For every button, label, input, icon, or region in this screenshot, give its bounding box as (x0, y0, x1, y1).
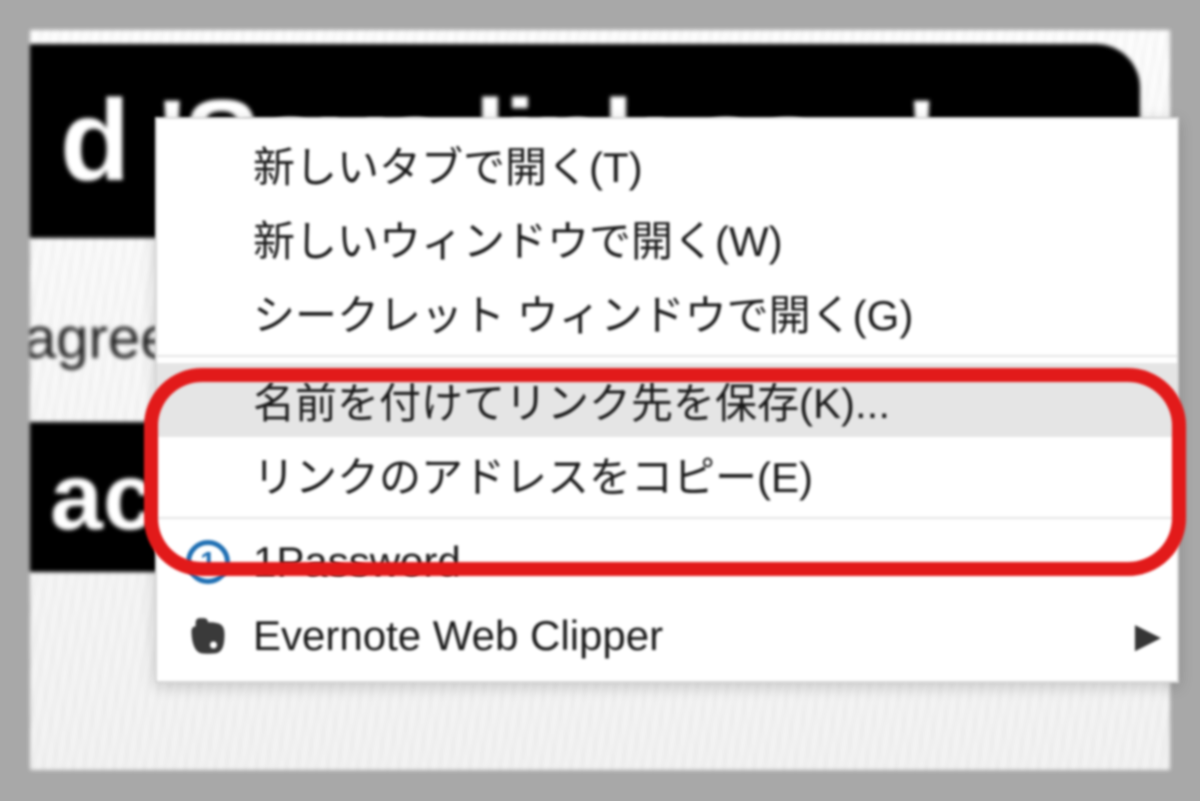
agree-text: agree (30, 305, 172, 372)
menu-item-open-new-tab[interactable]: 新しいタブで開く(T) (157, 127, 1177, 201)
menu-separator (157, 517, 1177, 519)
menu-separator (157, 355, 1177, 357)
menu-item-open-incognito[interactable]: シークレット ウィンドウで開く(G) (157, 275, 1177, 349)
menu-item-label: シークレット ウィンドウで開く(G) (253, 282, 913, 343)
menu-item-label: Evernote Web Clipper (253, 612, 663, 660)
menu-item-label: 新しいタブで開く(T) (253, 134, 643, 195)
onepassword-icon: 1 (185, 539, 231, 585)
menu-item-open-new-window[interactable]: 新しいウィンドウで開く(W) (157, 201, 1177, 275)
menu-item-save-link-as[interactable]: 名前を付けてリンク先を保存(K)... (157, 363, 1177, 437)
menu-item-evernote-web-clipper[interactable]: Evernote Web Clipper ▶ (157, 599, 1177, 673)
menu-item-1password[interactable]: 1 1Password (157, 525, 1177, 599)
menu-item-label: 新しいウィンドウで開く(W) (253, 208, 783, 269)
menu-item-label: 名前を付けてリンク先を保存(K)... (253, 370, 890, 431)
evernote-icon (185, 613, 231, 659)
menu-item-copy-link-address[interactable]: リンクのアドレスをコピー(E) (157, 437, 1177, 511)
menu-item-label: 1Password (253, 538, 461, 586)
menu-item-label: リンクのアドレスをコピー(E) (253, 444, 813, 505)
context-menu: 新しいタブで開く(T) 新しいウィンドウで開く(W) シークレット ウィンドウで… (155, 117, 1179, 683)
submenu-arrow-icon: ▶ (1135, 616, 1161, 656)
